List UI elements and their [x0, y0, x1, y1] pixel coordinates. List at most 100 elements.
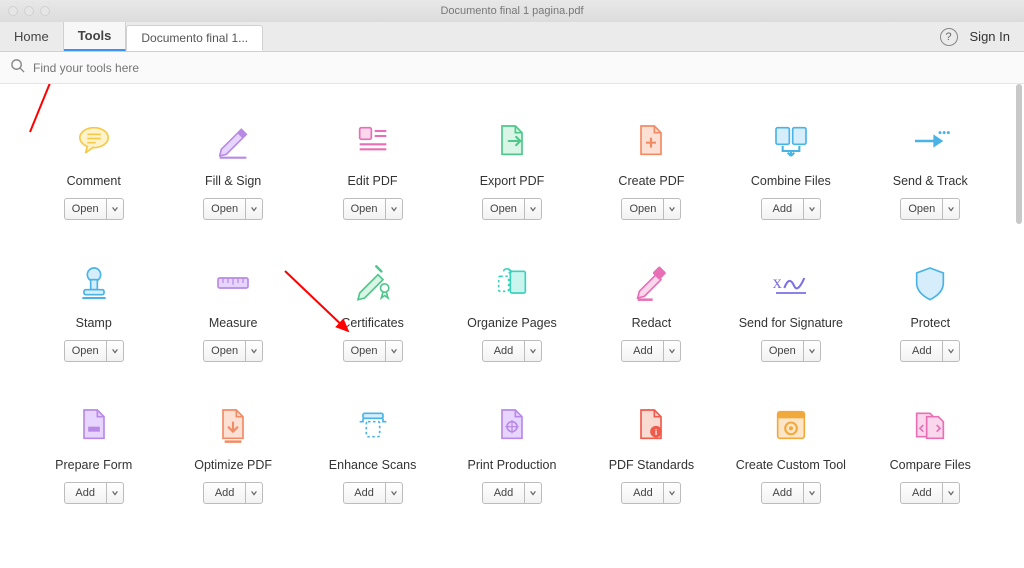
tool-label: Combine Files: [751, 174, 831, 188]
tool-label: Send for Signature: [739, 316, 843, 330]
tool-label: Comment: [67, 174, 121, 188]
tool-certificates[interactable]: CertificatesOpen: [307, 260, 438, 362]
dropdown-caret[interactable]: [942, 340, 960, 362]
comment-icon: [71, 118, 117, 164]
tool-compare[interactable]: Compare FilesAdd: [865, 402, 996, 504]
dropdown-caret[interactable]: [942, 482, 960, 504]
tool-comment[interactable]: Comment Open: [28, 118, 159, 220]
svg-text:x: x: [773, 272, 782, 292]
tool-organize[interactable]: Organize Pages Add: [446, 260, 577, 362]
tab-tools[interactable]: Tools: [64, 22, 127, 51]
tool-printprod[interactable]: Print Production Add: [446, 402, 577, 504]
add-button[interactable]: Add: [203, 482, 245, 504]
dropdown-caret[interactable]: [106, 198, 124, 220]
dropdown-caret[interactable]: [245, 198, 263, 220]
tool-sendtrack[interactable]: Send & TrackOpen: [865, 118, 996, 220]
open-button[interactable]: Open: [621, 198, 663, 220]
dropdown-caret[interactable]: [803, 198, 821, 220]
dropdown-caret[interactable]: [663, 482, 681, 504]
close-window-icon[interactable]: [8, 6, 18, 16]
search-input[interactable]: [33, 61, 333, 75]
open-button[interactable]: Open: [900, 198, 942, 220]
add-button[interactable]: Add: [343, 482, 385, 504]
search-bar: [0, 52, 1024, 84]
minimize-window-icon[interactable]: [24, 6, 34, 16]
tool-stamp[interactable]: Stamp Open: [28, 260, 159, 362]
add-button[interactable]: Add: [621, 482, 663, 504]
tool-label: Redact: [632, 316, 672, 330]
standards-icon: i: [628, 402, 674, 448]
dropdown-caret[interactable]: [663, 340, 681, 362]
tool-optimize[interactable]: Optimize PDF Add: [167, 402, 298, 504]
tool-measure[interactable]: MeasureOpen: [167, 260, 298, 362]
dropdown-caret[interactable]: [524, 482, 542, 504]
open-button[interactable]: Open: [343, 340, 385, 362]
customtool-icon: [768, 402, 814, 448]
tool-label: Protect: [910, 316, 950, 330]
add-button[interactable]: Add: [761, 198, 803, 220]
scrollbar[interactable]: [1016, 84, 1022, 568]
dropdown-caret[interactable]: [385, 340, 403, 362]
dropdown-caret[interactable]: [385, 482, 403, 504]
tool-editpdf[interactable]: Edit PDFOpen: [307, 118, 438, 220]
organize-icon: [489, 260, 535, 306]
add-button[interactable]: Add: [900, 340, 942, 362]
dropdown-caret[interactable]: [803, 482, 821, 504]
tool-label: Print Production: [468, 458, 557, 472]
dropdown-caret[interactable]: [942, 198, 960, 220]
tab-home[interactable]: Home: [0, 22, 64, 51]
tool-prepareform[interactable]: Prepare FormAdd: [28, 402, 159, 504]
tab-document[interactable]: Documento final 1...: [126, 25, 263, 51]
dropdown-caret[interactable]: [245, 482, 263, 504]
combine-icon: [768, 118, 814, 164]
dropdown-caret[interactable]: [524, 198, 542, 220]
zoom-window-icon[interactable]: [40, 6, 50, 16]
tool-redact[interactable]: Redact Add: [586, 260, 717, 362]
open-button[interactable]: Open: [343, 198, 385, 220]
tool-label: Optimize PDF: [194, 458, 272, 472]
open-button[interactable]: Open: [482, 198, 524, 220]
dropdown-caret[interactable]: [663, 198, 681, 220]
help-icon[interactable]: ?: [940, 28, 958, 46]
tool-combine[interactable]: Combine Files Add: [725, 118, 856, 220]
editpdf-icon: [350, 118, 396, 164]
open-button[interactable]: Open: [761, 340, 803, 362]
certificates-icon: [350, 260, 396, 306]
open-button[interactable]: Open: [203, 198, 245, 220]
dropdown-caret[interactable]: [106, 340, 124, 362]
open-button[interactable]: Open: [203, 340, 245, 362]
tool-enhance[interactable]: Enhance ScansAdd: [307, 402, 438, 504]
tools-pane: CommentOpenFill & SignOpenEdit PDFOpenEx…: [0, 84, 1024, 568]
open-button[interactable]: Open: [64, 198, 106, 220]
printprod-icon: [489, 402, 535, 448]
tool-standards[interactable]: iPDF StandardsAdd: [586, 402, 717, 504]
svg-text:i: i: [655, 427, 657, 437]
dropdown-caret[interactable]: [106, 482, 124, 504]
add-button[interactable]: Add: [482, 482, 524, 504]
add-button[interactable]: Add: [761, 482, 803, 504]
tool-sendsign[interactable]: x Send for Signature Open: [725, 260, 856, 362]
tool-label: Organize Pages: [467, 316, 557, 330]
tool-createpdf[interactable]: Create PDFOpen: [586, 118, 717, 220]
tool-label: Stamp: [76, 316, 112, 330]
tool-protect[interactable]: Protect Add: [865, 260, 996, 362]
tool-fillsign[interactable]: Fill & SignOpen: [167, 118, 298, 220]
window-controls[interactable]: [8, 6, 50, 16]
add-button[interactable]: Add: [482, 340, 524, 362]
measure-icon: [210, 260, 256, 306]
add-button[interactable]: Add: [900, 482, 942, 504]
dropdown-caret[interactable]: [524, 340, 542, 362]
signin-button[interactable]: Sign In: [970, 29, 1010, 44]
fillsign-icon: [210, 118, 256, 164]
add-button[interactable]: Add: [64, 482, 106, 504]
add-button[interactable]: Add: [621, 340, 663, 362]
dropdown-caret[interactable]: [385, 198, 403, 220]
tool-customtool[interactable]: Create Custom ToolAdd: [725, 402, 856, 504]
tool-exportpdf[interactable]: Export PDFOpen: [446, 118, 577, 220]
dropdown-caret[interactable]: [245, 340, 263, 362]
scrollbar-thumb[interactable]: [1016, 84, 1022, 224]
createpdf-icon: [628, 118, 674, 164]
redact-icon: [628, 260, 674, 306]
open-button[interactable]: Open: [64, 340, 106, 362]
dropdown-caret[interactable]: [803, 340, 821, 362]
